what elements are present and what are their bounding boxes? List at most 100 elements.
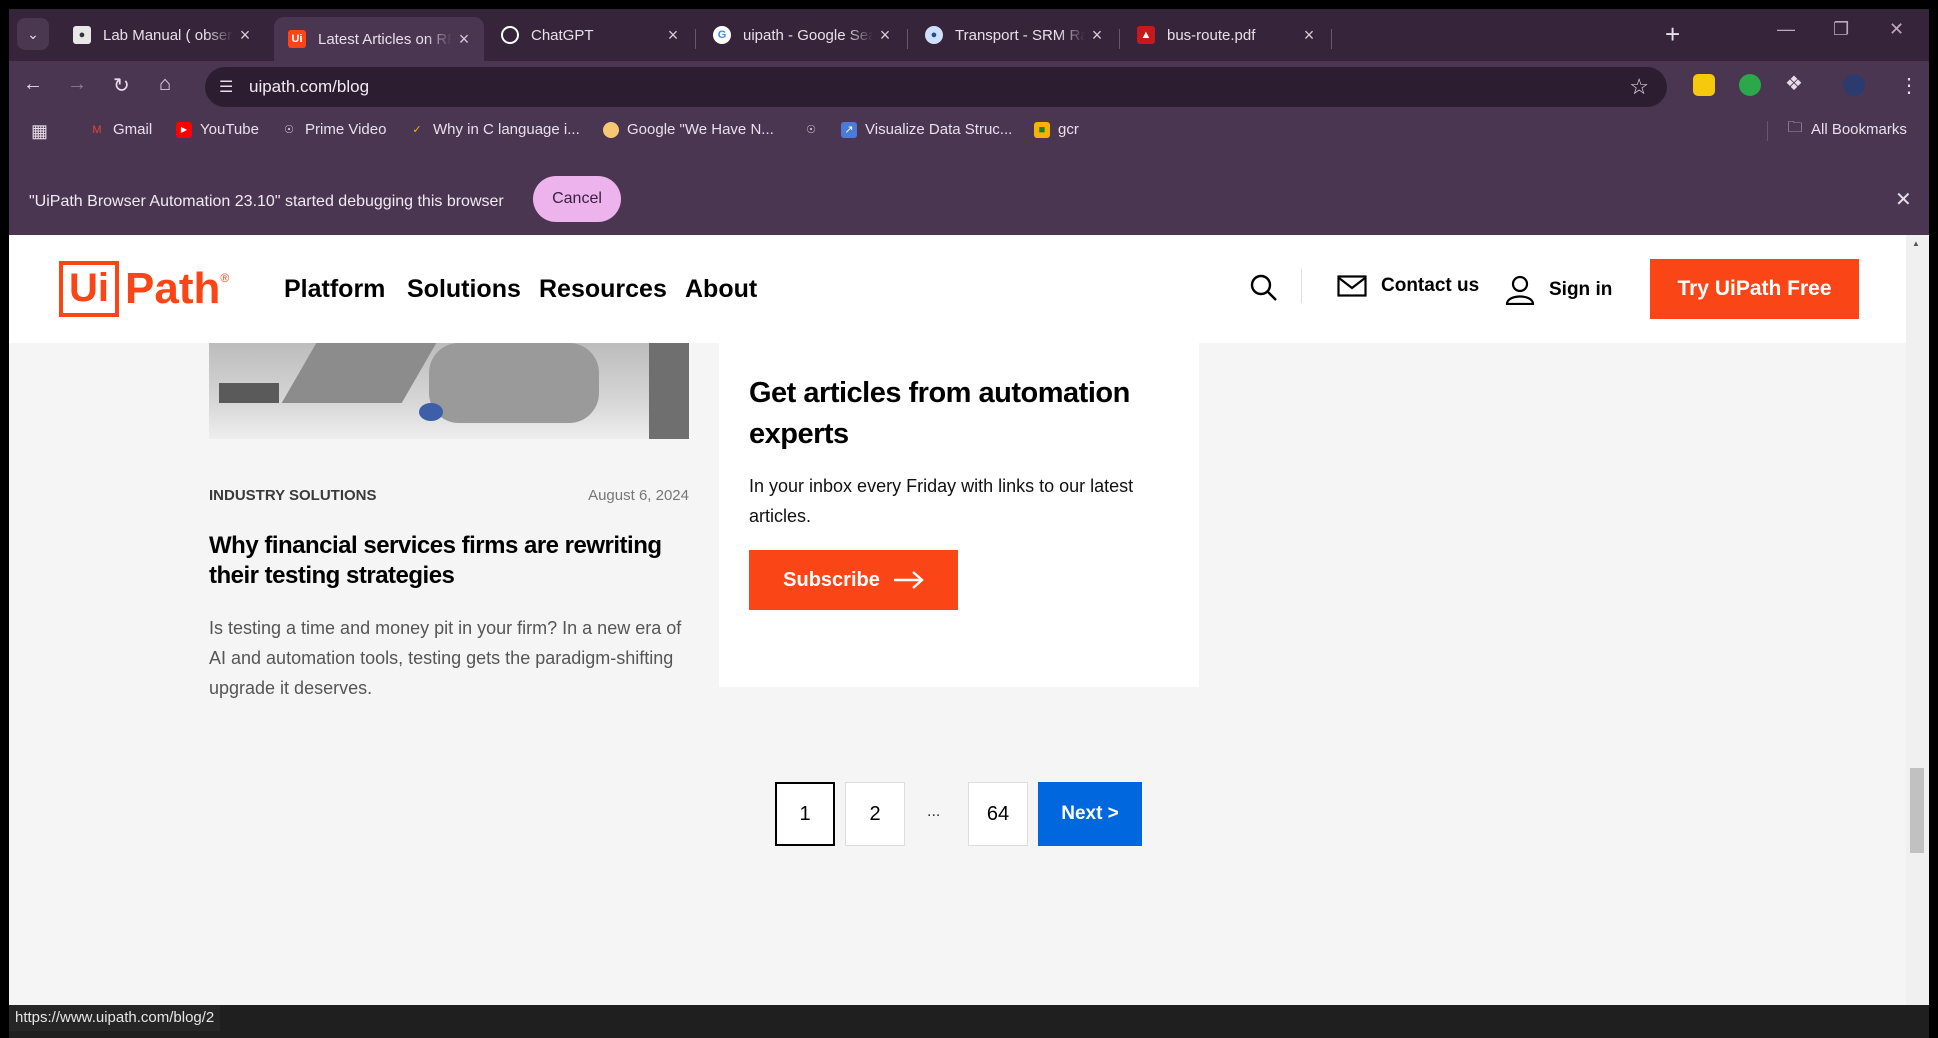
debug-infobar: "UiPath Browser Automation 23.10" starte…: [9, 151, 1929, 235]
menu-kebab-icon[interactable]: ⋮: [1899, 73, 1919, 98]
srm-icon: ●: [925, 26, 943, 44]
search-icon[interactable]: [1249, 273, 1279, 303]
tab-lab-manual[interactable]: ● Lab Manual ( observation) ×: [59, 17, 265, 53]
tab-uipath-blog[interactable]: Ui Latest Articles on RPA News ×: [274, 17, 484, 61]
tab-transport[interactable]: ● Transport - SRM Ramapuram ×: [911, 17, 1117, 53]
apps-grid-icon[interactable]: ▦: [31, 121, 48, 142]
browser-toolbar: ← → ↻ ⌂ ☰ uipath.com/blog ☆ ❖ ⋮: [9, 61, 1929, 111]
try-uipath-free-button[interactable]: Try UiPath Free: [1650, 259, 1859, 319]
minimize-icon[interactable]: —: [1777, 19, 1795, 40]
article-description: Is testing a time and money pit in your …: [209, 618, 682, 698]
books-shape: [649, 343, 689, 439]
page-viewport: Ui Path ® Platform Solutions Resources A…: [9, 235, 1906, 1005]
site-header: Ui Path ® Platform Solutions Resources A…: [9, 235, 1906, 343]
close-infobar-icon[interactable]: ✕: [1895, 187, 1912, 212]
all-bookmarks[interactable]: 🗀 All Bookmarks: [1787, 119, 1906, 138]
bookmark-icon: ✓: [412, 124, 422, 136]
article-title[interactable]: Why financial services firms are rewriti…: [209, 531, 689, 591]
close-window-icon[interactable]: ✕: [1889, 19, 1904, 40]
laptop-shape: [281, 343, 437, 403]
pdf-icon: ▲: [1137, 26, 1155, 44]
classroom-icon: ●: [73, 26, 91, 44]
page-scrollbar[interactable]: ▲: [1906, 235, 1929, 1005]
extensions-icon[interactable]: ❖: [1785, 71, 1803, 96]
sign-in-link[interactable]: Sign in: [1505, 275, 1612, 305]
site-info-icon[interactable]: ☰: [219, 77, 233, 97]
home-icon[interactable]: ⌂: [159, 73, 171, 96]
tab-chatgpt[interactable]: ChatGPT ×: [487, 17, 693, 53]
blue-object-shape: [419, 403, 443, 421]
back-icon[interactable]: ←: [23, 73, 43, 96]
subscribe-button[interactable]: Subscribe: [749, 550, 958, 610]
bookmark-prime-video[interactable]: ☉ Prime Video: [281, 121, 386, 138]
reload-icon[interactable]: ↻: [113, 73, 130, 98]
close-tab-icon[interactable]: ×: [1297, 25, 1321, 46]
newsletter-title: Get articles from automation experts: [749, 377, 1130, 450]
browser-window: ⌄ ● Lab Manual ( observation) × Ui Lates…: [9, 9, 1929, 1038]
status-bar: https://www.uipath.com/blog/2: [9, 1005, 1929, 1038]
page-2-button[interactable]: 2: [845, 782, 905, 846]
nav-resources[interactable]: Resources: [539, 275, 667, 304]
close-tab-icon[interactable]: ×: [873, 25, 897, 46]
tab-search-button[interactable]: ⌄: [17, 18, 49, 50]
person-shape: [429, 343, 599, 423]
gmail-icon: M: [92, 123, 102, 136]
page-1-button[interactable]: 1: [775, 782, 835, 846]
infobar-message: "UiPath Browser Automation 23.10" starte…: [29, 193, 504, 210]
profile-avatar[interactable]: [1843, 74, 1865, 96]
bookmark-gcr[interactable]: ■ gcr: [1034, 121, 1079, 138]
arrow-right-icon: [893, 571, 924, 589]
tab-separator: [695, 29, 696, 49]
youtube-icon: ▶: [176, 121, 192, 138]
close-tab-icon[interactable]: ×: [661, 25, 685, 46]
bookmark-globe[interactable]: ☉: [803, 121, 827, 137]
openai-icon: [501, 26, 519, 44]
nav-about[interactable]: About: [685, 275, 757, 304]
new-tab-button[interactable]: +: [1665, 21, 1680, 47]
classroom-icon: ■: [1034, 121, 1050, 138]
next-page-button[interactable]: Next >: [1038, 782, 1142, 846]
bookmark-visualize[interactable]: ↗ Visualize Data Struc...: [841, 121, 1012, 138]
globe-icon: ☉: [806, 123, 816, 136]
mail-icon: [1337, 275, 1367, 297]
cancel-debug-button[interactable]: Cancel: [533, 176, 621, 222]
scroll-up-icon[interactable]: ▲: [1912, 239, 1920, 248]
globe-icon: ☉: [284, 124, 294, 136]
header-divider: [1301, 269, 1302, 303]
bookmark-c-language[interactable]: ✓ Why in C language i...: [409, 121, 579, 138]
article-category[interactable]: INDUSTRY SOLUTIONS: [209, 487, 377, 504]
phone-shape: [219, 383, 279, 403]
restore-icon[interactable]: ❐: [1833, 19, 1849, 40]
close-tab-icon[interactable]: ×: [233, 25, 257, 46]
address-bar[interactable]: ☰ uipath.com/blog ☆: [205, 67, 1667, 107]
sticky-notes-extension-icon[interactable]: [1693, 74, 1715, 96]
nav-solutions[interactable]: Solutions: [407, 275, 521, 304]
scrollbar-thumb[interactable]: [1910, 768, 1924, 853]
contact-us-link[interactable]: Contact us: [1337, 275, 1479, 297]
newsletter-description: In your inbox every Friday with links to…: [749, 476, 1134, 526]
page-64-button[interactable]: 64: [968, 782, 1028, 846]
pagination-ellipsis: ...: [927, 803, 941, 820]
close-tab-icon[interactable]: ×: [452, 29, 476, 50]
bookmark-icon: [603, 121, 619, 138]
close-tab-icon[interactable]: ×: [1085, 25, 1109, 46]
forward-icon[interactable]: →: [67, 73, 87, 96]
article-image[interactable]: [209, 343, 689, 439]
bookmark-star-icon[interactable]: ☆: [1629, 74, 1649, 100]
url-text[interactable]: uipath.com/blog: [249, 77, 369, 97]
bookmark-google[interactable]: Google "We Have N...: [603, 121, 774, 138]
robot-extension-icon[interactable]: [1739, 74, 1761, 96]
bookmark-gmail[interactable]: M Gmail: [89, 121, 152, 138]
tab-separator: [1119, 29, 1120, 49]
user-icon: [1505, 275, 1535, 305]
bookmark-youtube[interactable]: ▶ YouTube: [176, 121, 259, 138]
nav-platform[interactable]: Platform: [284, 275, 385, 304]
tab-google-search[interactable]: G uipath - Google Search ×: [699, 17, 905, 53]
tab-bus-route[interactable]: ▲ bus-route.pdf ×: [1123, 17, 1329, 53]
bookmarks-divider: [1767, 121, 1768, 141]
folder-icon: 🗀: [1787, 119, 1803, 136]
newsletter-card: Get articles from automation experts In …: [719, 343, 1199, 687]
uipath-logo[interactable]: Ui Path ®: [59, 261, 229, 317]
article-date: August 6, 2024: [588, 487, 689, 504]
tab-separator: [907, 29, 908, 49]
